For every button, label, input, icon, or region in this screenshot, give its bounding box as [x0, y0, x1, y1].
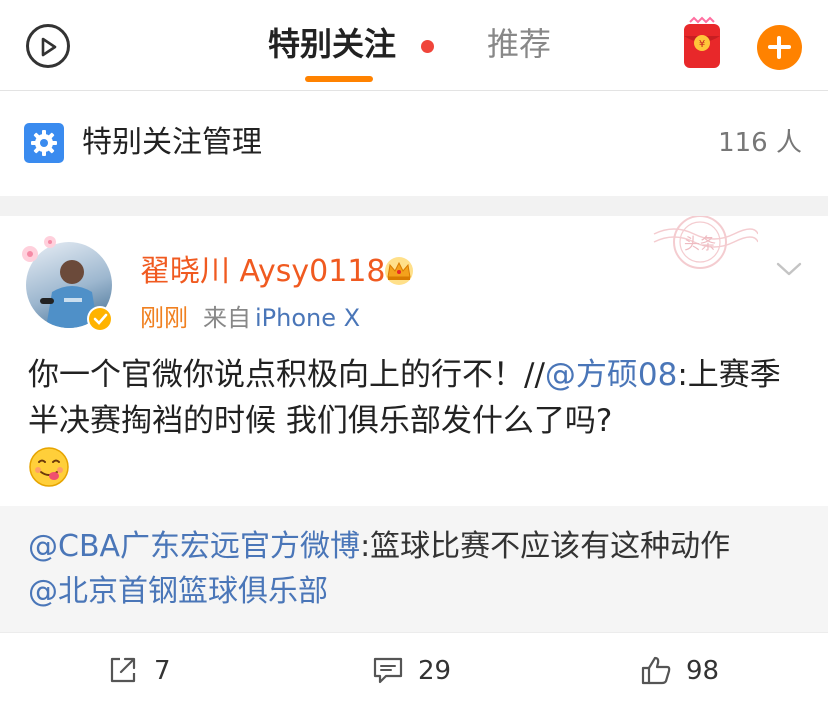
post-source-prefix: 来自: [203, 304, 251, 332]
follow-count: 116 人: [718, 128, 802, 158]
repost-body: :篮球比赛不应该有这种动作: [360, 529, 731, 564]
verified-badge-icon: [87, 306, 113, 332]
unread-dot: [421, 40, 434, 53]
blossom-decoration-icon: [20, 234, 64, 270]
post-body-text: 你一个官微你说点积极向上的行不！//@方硕08:上赛季半决赛掏裆的时候 我们俱乐…: [28, 352, 800, 444]
comment-icon: [373, 657, 403, 684]
share-icon: [110, 657, 136, 683]
thumbs-up-icon: [641, 656, 671, 685]
post-text-main: 你一个官微你说点积极向上的行不！//: [28, 357, 545, 393]
mention-link[interactable]: @方硕08: [545, 357, 677, 393]
add-plus-button[interactable]: [757, 25, 802, 70]
share-count: 7: [154, 656, 171, 686]
chevron-down-icon[interactable]: [774, 254, 804, 284]
svg-text:¥: ¥: [699, 39, 705, 50]
post-action-bar: 7 29 98: [0, 632, 828, 708]
post-time: 刚刚: [140, 304, 188, 332]
post-username[interactable]: 翟晓川 Aysy0118: [140, 250, 386, 294]
post-source-device[interactable]: iPhone X: [255, 300, 360, 336]
repost-quote-box[interactable]: @CBA广东宏远官方微博:篮球比赛不应该有这种动作 @北京首钢篮球俱乐部: [0, 506, 828, 632]
repost-text: @CBA广东宏远官方微博:篮球比赛不应该有这种动作 @北京首钢篮球俱乐部: [28, 524, 800, 614]
tab-recommend[interactable]: 推荐: [487, 22, 551, 66]
mention-link[interactable]: @CBA广东宏远官方微博: [28, 529, 360, 564]
crown-icon[interactable]: [382, 256, 416, 286]
stamp-text: 头条: [684, 234, 717, 253]
comment-count: 29: [418, 656, 452, 686]
licking-face-emoji: [28, 446, 70, 488]
tab-special-follow[interactable]: 特别关注: [268, 22, 396, 66]
active-tab-indicator: [305, 76, 373, 82]
gear-icon: [24, 123, 64, 163]
weibo-post-card: 头条 翟晓川 Aysy0118 刚刚 来自 iPhone X 你一个官微你说点积…: [0, 215, 828, 506]
top-nav-bar: 特别关注 推荐 ¥: [0, 0, 828, 91]
special-follow-manage-row[interactable]: 特别关注管理 116 人: [0, 91, 828, 196]
like-count: 98: [686, 656, 720, 686]
headline-stamp-icon: 头条: [650, 215, 759, 288]
play-circle-icon[interactable]: [26, 24, 70, 68]
red-packet-icon[interactable]: ¥: [680, 16, 724, 70]
mention-link[interactable]: @北京首钢篮球俱乐部: [28, 574, 328, 609]
manage-label: 特别关注管理: [82, 125, 262, 160]
